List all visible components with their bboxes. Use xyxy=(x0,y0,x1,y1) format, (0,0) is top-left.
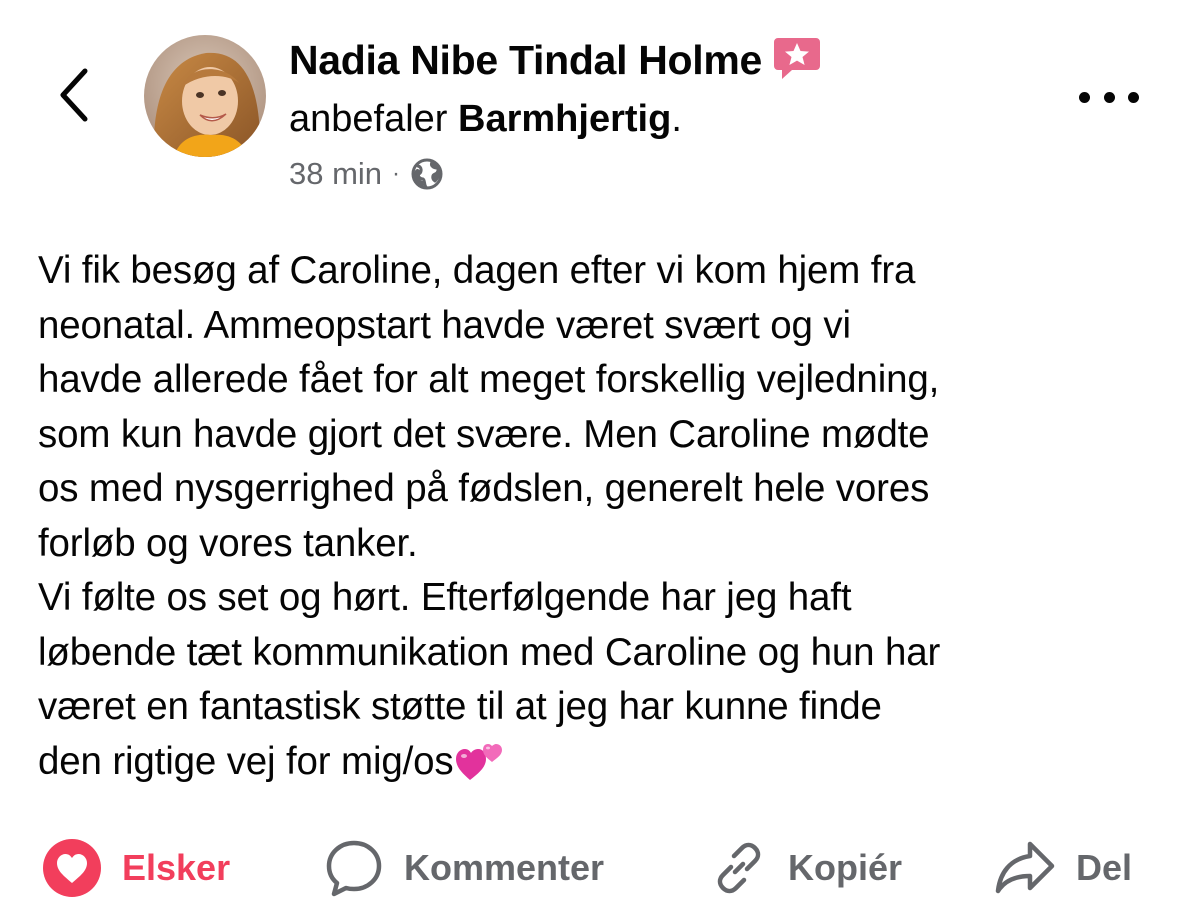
meta-separator: · xyxy=(392,160,401,187)
comment-icon xyxy=(326,840,382,897)
copy-label: Kopiér xyxy=(788,847,903,888)
comment-button[interactable]: Kommenter xyxy=(324,828,604,908)
two-hearts-emoji xyxy=(454,736,506,782)
action-bar: Elsker Kommenter Kopiér Del xyxy=(0,828,1179,908)
more-dots-icon xyxy=(1079,91,1090,103)
recommend-end: . xyxy=(671,98,682,140)
back-button[interactable] xyxy=(44,60,104,130)
avatar[interactable] xyxy=(144,35,266,157)
heart-icon xyxy=(43,839,101,897)
chevron-left-icon xyxy=(60,68,88,122)
post-time[interactable]: 38 min xyxy=(289,152,382,196)
love-button[interactable]: Elsker xyxy=(42,828,230,908)
post-body: Vi fik besøg af Caroline, dagen efter vi… xyxy=(38,244,1148,789)
author-name[interactable]: Nadia Nibe Tindal Holme xyxy=(289,34,762,86)
more-options-button[interactable] xyxy=(1079,82,1139,112)
recommend-line: anbefaler Barmhjertig. xyxy=(289,94,682,144)
love-label: Elsker xyxy=(122,847,231,888)
share-label: Del xyxy=(1076,847,1133,888)
recommend-verb: anbefaler xyxy=(289,98,448,140)
share-arrow-icon xyxy=(995,841,1055,894)
post-paragraph-2: Vi følte os set og hørt. Efterfølgende h… xyxy=(38,571,1148,789)
recommend-star-icon xyxy=(772,34,822,82)
globe-icon xyxy=(411,158,443,190)
author-name-row: Nadia Nibe Tindal Holme xyxy=(289,34,822,86)
copy-link-button[interactable]: Kopiér xyxy=(710,828,902,908)
link-icon xyxy=(717,842,761,894)
post-meta: 38 min · xyxy=(289,152,444,196)
recommend-target[interactable]: Barmhjertig xyxy=(458,98,671,140)
comment-label: Kommenter xyxy=(404,847,605,888)
share-button[interactable]: Del xyxy=(994,828,1132,908)
post-paragraph: Vi fik besøg af Caroline, dagen efter vi… xyxy=(38,249,940,565)
